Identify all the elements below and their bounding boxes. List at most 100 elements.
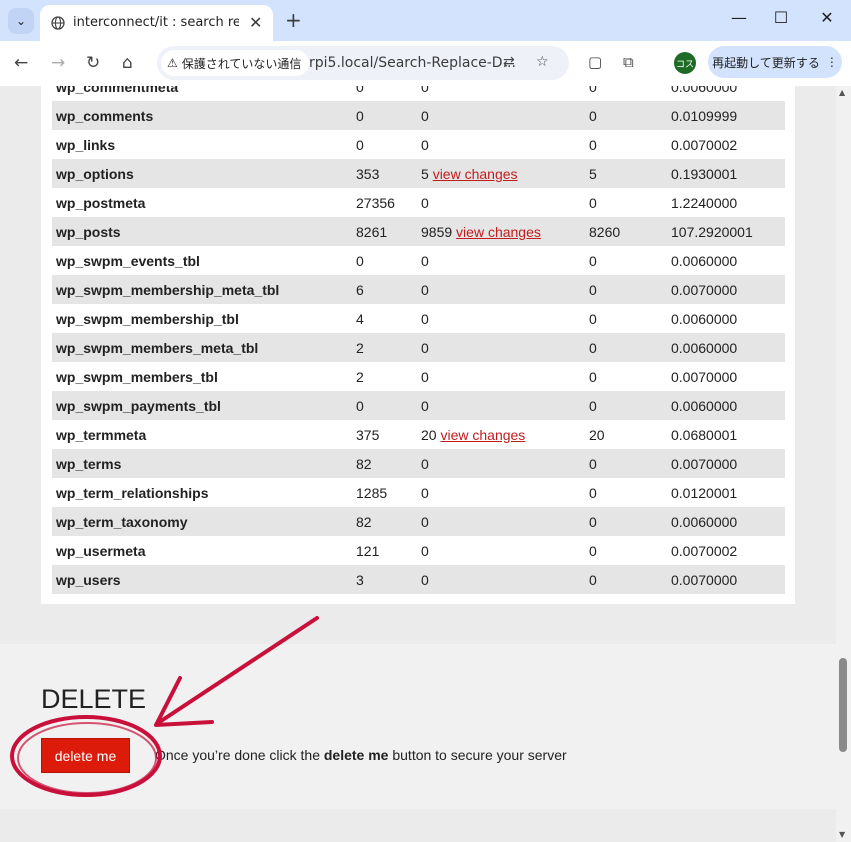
- change-count: 9859: [421, 223, 453, 240]
- table-name-cell: wp_term_taxonomy: [52, 507, 352, 536]
- table-name-cell: wp_term_relationships: [52, 478, 352, 507]
- row-count: 0: [356, 136, 364, 153]
- time-value: 0.0060000: [671, 310, 738, 327]
- time-value-cell: 0.0060000: [667, 246, 785, 275]
- tab-search-icon[interactable]: ⌄: [8, 8, 34, 34]
- table-name: wp_postmeta: [56, 194, 146, 211]
- change-count: 0: [421, 397, 429, 414]
- close-tab-icon[interactable]: ✕: [249, 13, 262, 32]
- relaunch-update-button[interactable]: 再起動して更新する ⋮: [708, 46, 842, 78]
- table-name-cell: wp_swpm_membership_tbl: [52, 304, 352, 333]
- security-chip[interactable]: ⚠ 保護されていない通信: [161, 50, 310, 76]
- time-value: 0.0070000: [671, 455, 738, 472]
- time-value: 0.1930001: [671, 165, 738, 182]
- table-row: wp_swpm_members_meta_tbl 2 0 0 0.0060000: [52, 333, 785, 362]
- time-value: 0.0120001: [671, 484, 738, 501]
- update-count-cell: 0: [585, 507, 667, 536]
- delete-me-button[interactable]: delete me: [41, 738, 130, 773]
- table-name: wp_swpm_members_meta_tbl: [56, 339, 259, 356]
- row-count: 3: [356, 571, 364, 588]
- reload-icon[interactable]: ↻: [86, 53, 100, 73]
- address-bar[interactable]: ⚠ 保護されていない通信 rpi5.local/Search-Replace-D…: [157, 46, 569, 80]
- change-count: 0: [421, 136, 429, 153]
- update-count: 5: [589, 165, 597, 182]
- new-tab-icon[interactable]: +: [285, 8, 302, 32]
- update-count-cell: 0: [585, 130, 667, 159]
- scrollbar-thumb[interactable]: [839, 658, 847, 752]
- update-count: 0: [589, 136, 597, 153]
- change-count-cell: 0: [417, 536, 585, 565]
- translate-icon[interactable]: ⇄: [503, 54, 515, 70]
- update-count-cell: 0: [585, 478, 667, 507]
- url-text[interactable]: rpi5.local/Search-Replace-D...: [309, 55, 516, 71]
- close-window-icon[interactable]: ✕: [812, 8, 842, 27]
- table-row: wp_options 353 5 view changes 5 0.1930001: [52, 159, 785, 188]
- table-row: wp_links 0 0 0 0.0070002: [52, 130, 785, 159]
- back-icon[interactable]: ←: [14, 53, 28, 73]
- view-changes-link[interactable]: view changes: [440, 427, 525, 443]
- update-count-cell: 0: [585, 275, 667, 304]
- minimize-icon[interactable]: —: [724, 8, 754, 27]
- update-count-cell: 0: [585, 449, 667, 478]
- update-count: 0: [589, 86, 597, 95]
- update-count-cell: 8260: [585, 217, 667, 246]
- row-count: 8261: [356, 223, 388, 240]
- home-icon[interactable]: ⌂: [122, 53, 133, 73]
- time-value-cell: 0.0060000: [667, 507, 785, 536]
- line-extension-icon[interactable]: ▢: [588, 53, 602, 71]
- update-count: 0: [589, 484, 597, 501]
- table-name-cell: wp_comments: [52, 101, 352, 130]
- page-scrollbar[interactable]: ▲ ▼: [836, 86, 851, 842]
- update-count-cell: 20: [585, 420, 667, 449]
- time-value-cell: 0.0070000: [667, 565, 785, 594]
- change-count: 0: [421, 252, 429, 269]
- active-tab[interactable]: interconnect/it : search replace ✕: [40, 5, 273, 41]
- row-count-cell: 82: [352, 507, 417, 536]
- table-name: wp_swpm_events_tbl: [56, 252, 200, 269]
- change-count: 0: [421, 571, 429, 588]
- time-value: 107.2920001: [671, 223, 753, 240]
- change-count-cell: 0: [417, 391, 585, 420]
- tab-strip: ⌄ interconnect/it : search replace ✕ + —…: [0, 0, 851, 41]
- table-name: wp_terms: [56, 455, 122, 472]
- time-value: 0.0070000: [671, 281, 738, 298]
- row-count: 121: [356, 542, 380, 559]
- time-value: 0.0060000: [671, 252, 738, 269]
- time-value-cell: 0.0070002: [667, 536, 785, 565]
- bookmark-star-icon[interactable]: ☆: [536, 54, 549, 70]
- forward-icon[interactable]: →: [51, 53, 65, 73]
- row-count: 353: [356, 165, 380, 182]
- profile-avatar[interactable]: コス: [674, 52, 696, 74]
- change-count: 5: [421, 165, 429, 182]
- change-count-cell: 0: [417, 130, 585, 159]
- extensions-puzzle-icon[interactable]: ⧉: [623, 53, 634, 71]
- row-count-cell: 2: [352, 333, 417, 362]
- scroll-up-icon[interactable]: ▲: [839, 88, 845, 97]
- view-changes-link[interactable]: view changes: [433, 166, 518, 182]
- table-name: wp_comments: [56, 107, 154, 124]
- table-name: wp_users: [56, 571, 121, 588]
- time-value: 0.0680001: [671, 426, 738, 443]
- change-count: 0: [421, 86, 429, 95]
- table-name-cell: wp_postmeta: [52, 188, 352, 217]
- row-count: 27356: [356, 194, 395, 211]
- update-count: 0: [589, 397, 597, 414]
- change-count: 0: [421, 368, 429, 385]
- table-name: wp_swpm_members_tbl: [56, 368, 218, 385]
- scroll-down-icon[interactable]: ▼: [839, 830, 845, 839]
- table-name-cell: wp_commentmeta: [52, 86, 352, 101]
- row-count: 0: [356, 397, 364, 414]
- change-count-cell: 0: [417, 565, 585, 594]
- update-count-cell: 0: [585, 536, 667, 565]
- update-count-cell: 0: [585, 565, 667, 594]
- table-name-cell: wp_links: [52, 130, 352, 159]
- time-value: 0.0060000: [671, 513, 738, 530]
- time-value: 1.2240000: [671, 194, 738, 211]
- change-count-cell: 9859 view changes: [417, 217, 585, 246]
- view-changes-link[interactable]: view changes: [456, 224, 541, 240]
- time-value-cell: 0.0060000: [667, 86, 785, 101]
- table-name: wp_swpm_membership_meta_tbl: [56, 281, 280, 298]
- row-count: 82: [356, 455, 372, 472]
- maximize-icon[interactable]: ☐: [766, 8, 796, 27]
- change-count-cell: 0: [417, 362, 585, 391]
